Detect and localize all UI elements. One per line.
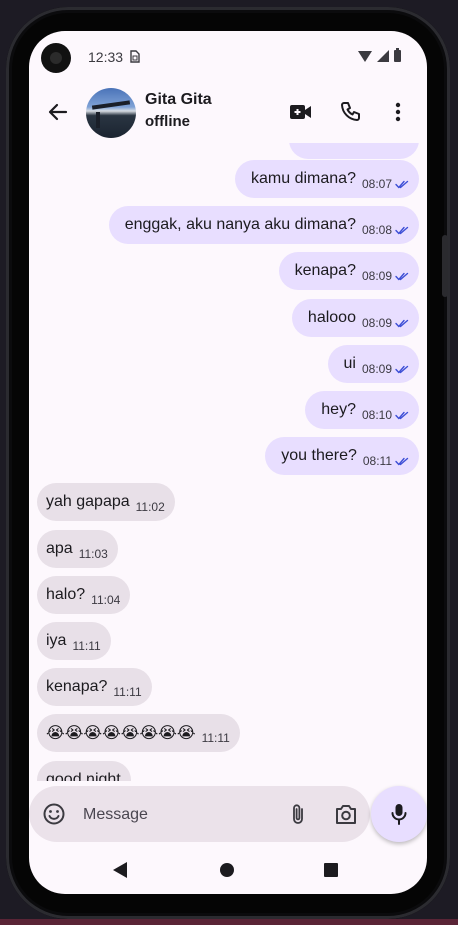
outgoing-message[interactable]: hey? 08:10	[305, 391, 419, 429]
incoming-message[interactable]: iya 11:11	[37, 622, 111, 660]
message-time: 08:09	[361, 362, 392, 376]
double-check-icon	[395, 226, 409, 235]
phone-screen: 12:33 Gita Gita offline kamu dimana? 08:0…	[29, 31, 427, 894]
message-time: 11:11	[201, 731, 230, 745]
contact-name[interactable]: Gita Gita	[145, 91, 212, 109]
double-check-icon	[395, 411, 409, 420]
message-composer	[29, 784, 427, 846]
incoming-message[interactable]: kenapa? 11:11	[37, 668, 152, 706]
message-time: 08:09	[361, 316, 392, 330]
outgoing-message[interactable]: kenapa? 08:09	[278, 252, 419, 290]
message-bubble-partial	[289, 143, 419, 159]
message-text: halooo	[307, 309, 356, 326]
battery-icon	[394, 48, 401, 62]
message-text: halo?	[46, 586, 86, 603]
outgoing-message[interactable]: halooo 08:09	[291, 299, 419, 337]
message-time: 08:11	[362, 454, 392, 468]
double-check-icon	[395, 180, 409, 189]
message-text: enggak, aku nanya aku dimana?	[124, 216, 356, 233]
message-text: hey?	[321, 401, 356, 418]
message-time: 08:10	[361, 408, 392, 422]
sim-card-icon	[130, 50, 140, 66]
phone-call-icon[interactable]	[335, 97, 365, 127]
nav-home-icon[interactable]	[220, 863, 234, 877]
emoji-icon[interactable]	[39, 799, 69, 829]
contact-status: offline	[145, 113, 190, 130]
outgoing-message[interactable]: enggak, aku nanya aku dimana? 08:08	[108, 206, 419, 244]
system-nav-bar	[29, 846, 427, 894]
message-text: kenapa?	[46, 678, 108, 695]
message-text: kamu dimana?	[251, 170, 356, 187]
message-time: 11:02	[135, 500, 165, 514]
incoming-message[interactable]: 😭😭😭😭😭😭😭😭 11:11	[37, 714, 240, 752]
message-time: 08:09	[361, 269, 392, 283]
outgoing-message[interactable]: ui 08:09	[327, 345, 419, 383]
more-options-icon[interactable]	[383, 97, 413, 127]
double-check-icon	[395, 365, 409, 374]
desktop-strip	[0, 919, 458, 925]
double-check-icon	[395, 457, 409, 466]
message-text: kenapa?	[294, 262, 356, 279]
nav-back-icon[interactable]	[113, 862, 127, 878]
camera-icon[interactable]	[331, 799, 361, 829]
avatar[interactable]	[86, 88, 136, 138]
signal-icon	[377, 50, 389, 62]
message-text: 😭😭😭😭😭😭😭😭	[46, 725, 196, 742]
message-text: apa	[46, 540, 73, 557]
front-camera-icon	[41, 43, 71, 73]
voice-message-button[interactable]	[371, 786, 427, 842]
double-check-icon	[395, 319, 409, 328]
back-arrow-icon[interactable]	[43, 97, 73, 127]
message-text: iya	[46, 632, 67, 649]
microphone-icon	[391, 804, 407, 825]
message-text: good night	[46, 771, 121, 781]
message-time: 11:04	[91, 593, 121, 607]
chat-header: Gita Gita offline	[29, 83, 427, 143]
message-text: yah gapapa	[46, 493, 130, 510]
message-time: 11:11	[113, 685, 142, 699]
incoming-message[interactable]: good night	[37, 761, 131, 781]
message-text: you there?	[281, 447, 357, 464]
wifi-icon	[358, 50, 372, 62]
message-time: 11:11	[72, 639, 101, 653]
outgoing-message[interactable]: kamu dimana? 08:07	[235, 160, 419, 198]
video-call-icon[interactable]	[286, 97, 316, 127]
status-time: 12:33	[88, 49, 124, 65]
incoming-message[interactable]: apa 11:03	[37, 530, 118, 568]
message-input[interactable]	[81, 802, 275, 828]
side-button	[442, 235, 448, 297]
incoming-message[interactable]: yah gapapa 11:02	[37, 483, 175, 521]
outgoing-message[interactable]: you there? 08:11	[265, 437, 419, 475]
attachment-icon[interactable]	[283, 799, 313, 829]
composer-field	[29, 786, 370, 842]
double-check-icon	[395, 272, 409, 281]
status-bar: 12:33	[29, 31, 427, 83]
message-time: 11:03	[78, 547, 108, 561]
message-time: 08:08	[361, 223, 392, 237]
incoming-message[interactable]: halo? 11:04	[37, 576, 131, 614]
message-text: ui	[343, 355, 356, 372]
message-list[interactable]: kamu dimana? 08:07 enggak, aku nanya aku d…	[29, 143, 427, 781]
status-icons	[358, 48, 401, 62]
nav-recents-icon[interactable]	[324, 863, 338, 877]
message-time: 08:07	[361, 177, 392, 191]
